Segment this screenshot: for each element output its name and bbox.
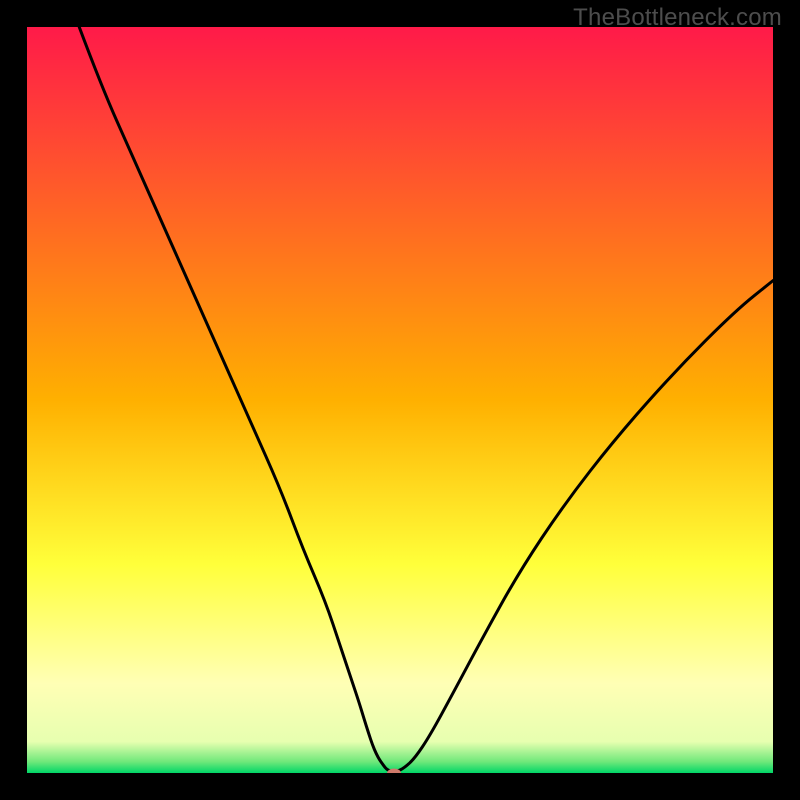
- plot-area: [27, 27, 773, 773]
- plot-svg: [27, 27, 773, 773]
- gradient-background: [27, 27, 773, 773]
- watermark-text: TheBottleneck.com: [573, 4, 782, 32]
- chart-frame: TheBottleneck.com: [0, 0, 800, 800]
